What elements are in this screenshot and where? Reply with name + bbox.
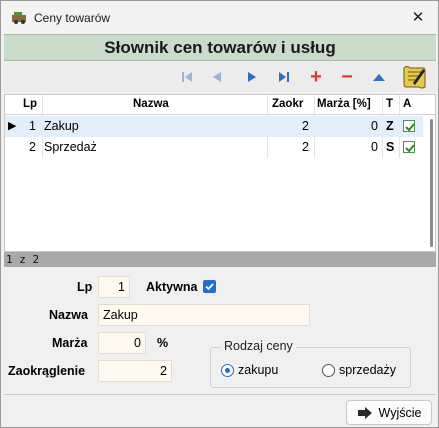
cell-typ: Z [386,119,394,133]
close-button[interactable]: ✕ [405,5,431,29]
delete-record-button[interactable]: − [336,66,358,88]
dictionary-header: Słownik cen towarów i usług [4,34,436,61]
cell-typ: S [386,140,395,154]
title-bar: Ceny towarów ✕ [1,1,438,34]
lp-field[interactable]: 1 [98,276,130,298]
aktywna-checkbox[interactable] [203,280,216,293]
aktywna-label: Aktywna [146,280,198,294]
record-edit-form: Lp 1 Aktywna Nazwa Zakup Marża 0 % Zaokr… [4,268,436,395]
column-header-t[interactable]: T [386,98,393,110]
add-record-icon: + [310,65,322,88]
radio-sprzedazy[interactable] [322,364,335,377]
record-counter: 1 z 2 [6,253,40,266]
exit-arrow-icon [357,406,372,419]
add-record-button[interactable]: + [305,66,327,88]
app-logo-icon [12,12,26,24]
zaokraglenie-field[interactable]: 2 [98,360,172,382]
radio-zakupu-label[interactable]: zakupu [238,363,278,377]
column-header-lp[interactable]: Lp [23,98,37,110]
edit-record-button[interactable] [368,66,390,88]
percent-unit: % [157,336,169,350]
checkmark-icon [405,123,415,132]
grid-header: Lp Nazwa Zaokr Marża [%] T A [5,95,435,115]
nazwa-field[interactable]: Zakup [98,304,310,326]
window-title: Ceny towarów [34,11,111,25]
cell-nazwa: Sprzedaż [44,140,97,154]
table-row[interactable]: 2 Sprzedaż 2 0 S [5,137,423,158]
delete-record-icon: − [341,65,353,88]
cell-marza: 0 [371,119,378,133]
note-edit-icon [403,66,426,89]
cell-nazwa: Zakup [44,119,79,133]
checkmark-icon [205,283,214,291]
navigation-toolbar: + − [4,62,436,92]
exit-button[interactable]: Wyjście [346,400,432,425]
price-list-grid: Lp Nazwa Zaokr Marża [%] T A ▶ 1 Zakup 2… [4,94,436,252]
last-record-button[interactable] [273,66,295,88]
first-record-button[interactable] [176,66,198,88]
close-icon: ✕ [411,9,425,26]
prev-record-icon [213,72,221,82]
marza-label: Marża [52,336,88,350]
price-type-title: Rodzaj ceny [221,339,296,353]
scrollbar-thumb[interactable] [430,119,433,247]
column-header-a[interactable]: A [403,98,411,110]
table-row[interactable]: ▶ 1 Zakup 2 0 Z [5,116,423,137]
cell-active-checkbox[interactable] [403,120,415,132]
lp-label: Lp [77,280,93,294]
grid-scrollbar[interactable] [427,115,435,251]
app-window: Ceny towarów ✕ Słownik cen towarów i usł… [0,0,439,428]
next-record-button[interactable] [241,66,263,88]
column-header-nazwa[interactable]: Nazwa [133,98,169,110]
checkmark-icon [405,144,415,153]
nazwa-label: Nazwa [49,308,88,322]
cell-zaokr: 2 [302,119,309,133]
note-button[interactable] [400,62,428,92]
edit-record-icon [373,74,385,81]
record-status-bar: 1 z 2 [4,252,436,267]
cell-lp: 2 [29,140,36,154]
marza-field[interactable]: 0 [98,332,146,354]
last-record-icon [279,72,289,82]
cell-active-checkbox[interactable] [403,141,415,153]
next-record-icon [248,72,256,82]
prev-record-button[interactable] [206,66,228,88]
column-header-zaokr[interactable]: Zaokr [272,98,303,110]
current-row-indicator-icon: ▶ [8,120,17,132]
exit-button-label: Wyjście [378,405,422,420]
cell-zaokr: 2 [302,140,309,154]
zaokraglenie-label: Zaokrąglenie [8,364,86,378]
price-type-group: Rodzaj ceny zakupu sprzedaży [210,339,411,388]
cell-marza: 0 [371,140,378,154]
radio-zakupu[interactable] [221,364,234,377]
dictionary-title: Słownik cen towarów i usług [104,37,336,57]
first-record-icon [182,72,192,82]
column-header-marza[interactable]: Marża [%] [317,98,371,110]
radio-sprzedazy-label[interactable]: sprzedaży [339,363,396,377]
cell-lp: 1 [29,119,36,133]
